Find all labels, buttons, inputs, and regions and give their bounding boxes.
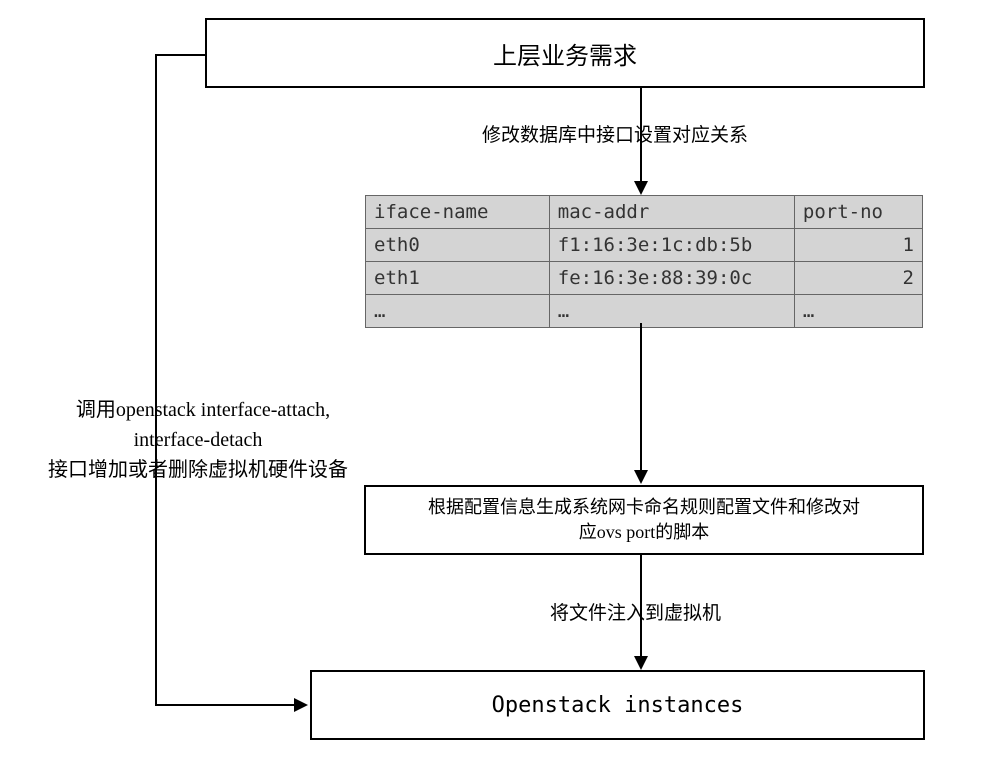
cell-mac: f1:16:3e:1c:db:5b (549, 229, 794, 262)
table-header-row: iface-name mac-addr port-no (366, 196, 923, 229)
cell-iface: … (366, 295, 550, 328)
cell-port: 1 (794, 229, 922, 262)
left-arrow-head (294, 698, 308, 712)
header-port: port-no (794, 196, 922, 229)
top-business-box: 上层业务需求 (205, 18, 925, 88)
left-arrow-horizontal-top (155, 54, 205, 56)
cell-mac: … (549, 295, 794, 328)
table-row: eth1 fe:16:3e:88:39:0c 2 (366, 262, 923, 295)
header-iface: iface-name (366, 196, 550, 229)
arrow-head-middle-to-bottom (634, 656, 648, 670)
cell-port: … (794, 295, 922, 328)
arrow-head-table-to-middle (634, 470, 648, 484)
label-inject-file: 将文件注入到虚拟机 (550, 598, 721, 625)
table-row: … … … (366, 295, 923, 328)
config-generate-label: 根据配置信息生成系统网卡命名规则配置文件和修改对 应ovs port的脚本 (428, 495, 860, 545)
config-generate-box: 根据配置信息生成系统网卡命名规则配置文件和修改对 应ovs port的脚本 (364, 485, 924, 555)
cell-iface: eth1 (366, 262, 550, 295)
header-mac: mac-addr (549, 196, 794, 229)
label-modify-db: 修改数据库中接口设置对应关系 (482, 120, 748, 147)
interface-table: iface-name mac-addr port-no eth0 f1:16:3… (365, 195, 923, 328)
left-arrow-horizontal-bottom (155, 704, 295, 706)
top-business-label: 上层业务需求 (493, 36, 637, 71)
table-row: eth0 f1:16:3e:1c:db:5b 1 (366, 229, 923, 262)
openstack-instances-box: Openstack instances (310, 670, 925, 740)
cell-iface: eth0 (366, 229, 550, 262)
arrow-table-to-middle (640, 323, 642, 471)
arrow-head-top-to-table (634, 181, 648, 195)
cell-mac: fe:16:3e:88:39:0c (549, 262, 794, 295)
openstack-instances-label: Openstack instances (492, 693, 744, 718)
cell-port: 2 (794, 262, 922, 295)
label-left-openstack-call: 调用openstack interface-attach, interface-… (18, 365, 378, 485)
